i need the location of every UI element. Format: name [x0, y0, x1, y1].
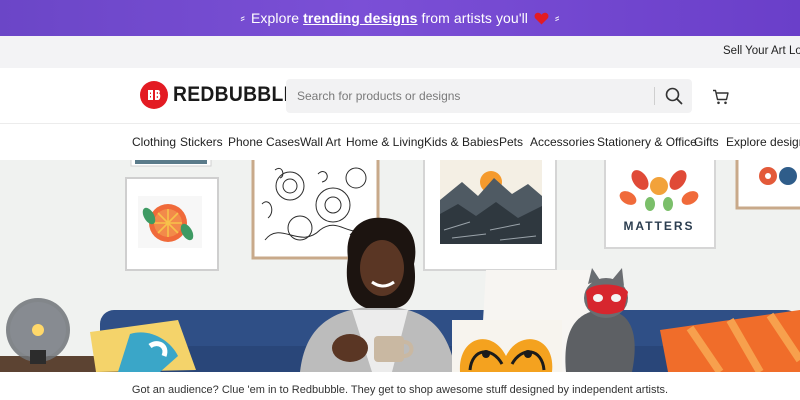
heart-icon [534, 12, 549, 25]
sparkle-left-icon: ⸗ [240, 11, 245, 26]
frame-top-left [130, 160, 212, 167]
sparkle-right-icon: ⸗ [555, 11, 560, 26]
redbubble-logo-mark-icon [140, 81, 168, 109]
promo-trending-link[interactable]: trending designs [303, 10, 417, 26]
frame-right-edge [735, 160, 800, 210]
category-explore-designs[interactable]: Explore designs [726, 135, 800, 149]
cart-icon [713, 89, 729, 105]
site-header: REDBUBBLE [0, 68, 800, 124]
frame-mountain-art [423, 160, 557, 271]
promo-banner[interactable]: ⸗ Explore trending designs from artists … [0, 0, 800, 36]
cart-button[interactable] [712, 89, 730, 105]
category-stickers[interactable]: Stickers [180, 135, 223, 149]
category-stationery-office[interactable]: Stationery & Office [597, 135, 697, 149]
category-nav: Clothing Stickers Phone Cases Wall Art H… [0, 124, 800, 160]
category-wall-art[interactable]: Wall Art [300, 135, 341, 149]
promo-suffix: from artists you'll [421, 10, 529, 26]
sell-your-art-link[interactable]: Sell Your Art [723, 45, 786, 57]
category-clothing[interactable]: Clothing [132, 135, 176, 149]
frame-grapefruit-art [125, 177, 219, 271]
poster-text: MATTERS [623, 219, 694, 233]
search-icon [665, 87, 683, 105]
category-pets[interactable]: Pets [499, 135, 523, 149]
category-gifts[interactable]: Gifts [694, 135, 719, 149]
category-accessories[interactable]: Accessories [530, 135, 595, 149]
redbubble-logo[interactable]: REDBUBBLE [140, 81, 308, 109]
search-divider [654, 87, 655, 105]
frame-matters-poster: MATTERS [604, 160, 716, 249]
category-home-living[interactable]: Home & Living [346, 135, 424, 149]
category-phone-cases[interactable]: Phone Cases [228, 135, 300, 149]
logo-text: REDBUBBLE [173, 83, 297, 106]
hero-illustration: MATTERS [0, 160, 800, 372]
hero-banner[interactable]: MATTERS [0, 160, 800, 372]
category-kids-babies[interactable]: Kids & Babies [424, 135, 499, 149]
caption-text: Got an audience? Clue 'em in to Redbubbl… [131, 384, 669, 396]
search-bar [286, 79, 692, 113]
search-button[interactable] [662, 84, 686, 108]
search-input[interactable] [286, 79, 646, 113]
butterfly-pillow [452, 320, 562, 372]
login-link[interactable]: Lo [789, 45, 800, 57]
promo-prefix: Explore [250, 10, 300, 26]
utility-bar: Sell Your Art Lo [0, 36, 800, 68]
